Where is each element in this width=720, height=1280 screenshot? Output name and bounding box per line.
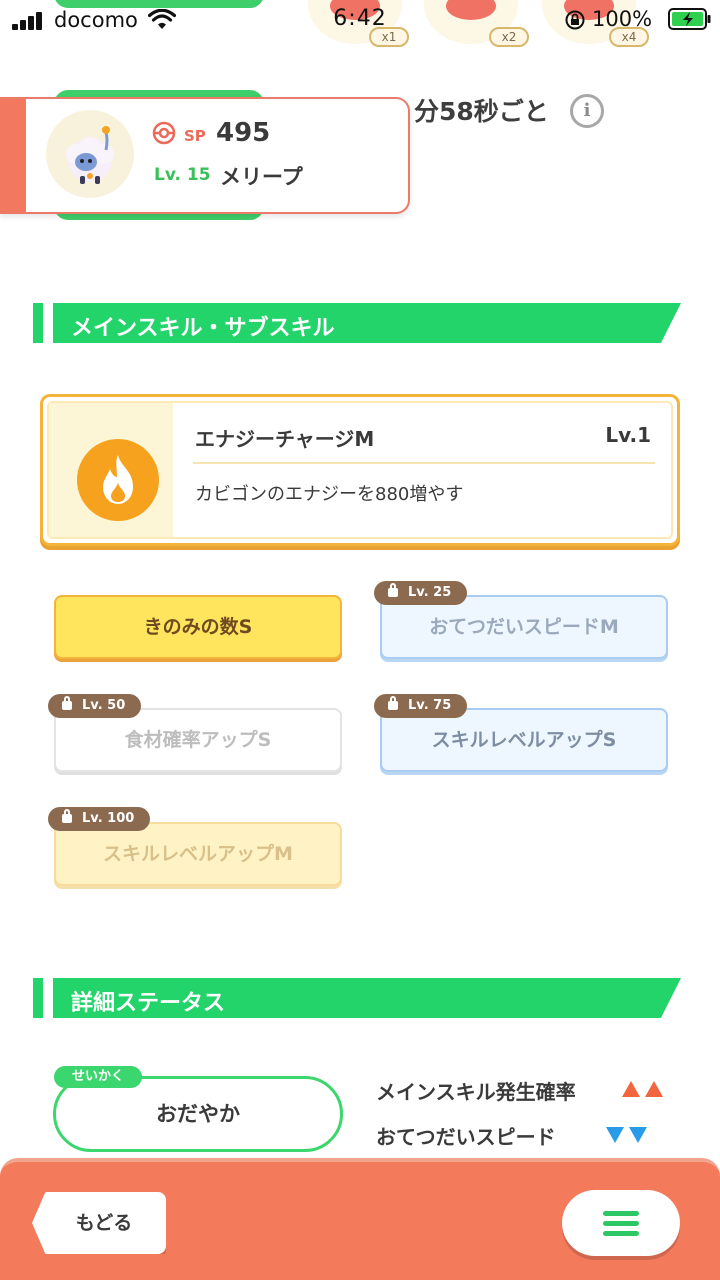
main-skill-name: エナジーチャージM <box>195 427 375 451</box>
info-button[interactable]: i <box>570 94 604 128</box>
mareep-icon <box>66 126 114 184</box>
sp-label: SP <box>184 127 206 145</box>
orientation-lock-icon <box>565 10 585 30</box>
nature-effect-down: おてつだいスピード <box>376 1125 556 1149</box>
main-skill-icon-panel <box>49 403 173 537</box>
pokemon-level: Lv. 15 <box>154 165 211 185</box>
lock-icon <box>388 696 398 710</box>
main-skill-card[interactable]: エナジーチャージM Lv.1 カビゴンのエナジーを880増やす <box>40 394 680 546</box>
battery-icon <box>668 8 711 30</box>
nature-effect-up: メインスキル発生確率 <box>376 1080 576 1104</box>
section-header-skills: メインスキル・サブスキル <box>33 303 683 343</box>
battery-percent: 100% <box>592 7 653 31</box>
sub-skill-button[interactable]: スキルレベルアップM <box>54 822 342 886</box>
pokemon-avatar <box>46 110 134 198</box>
lock-level: Lv. 25 <box>408 585 452 600</box>
sp-icon <box>152 121 176 145</box>
divider <box>193 462 655 464</box>
back-button[interactable]: もどる <box>32 1192 166 1254</box>
lock-icon <box>62 696 72 710</box>
fire-icon <box>77 439 159 521</box>
sp-value: 495 <box>216 118 271 148</box>
lock-badge: Lv. 50 <box>48 694 142 718</box>
section-header-details: 詳細ステータス <box>33 978 683 1018</box>
card-stripe <box>0 99 26 212</box>
menu-button[interactable] <box>562 1190 680 1256</box>
lock-icon <box>388 583 398 597</box>
lock-level: Lv. 75 <box>408 698 452 713</box>
sub-skill-button[interactable]: きのみの数S <box>54 595 342 659</box>
nature-tag: せいかく <box>54 1066 143 1088</box>
lock-badge: Lv. 75 <box>374 694 468 718</box>
section-title: メインスキル・サブスキル <box>71 316 335 341</box>
info-icon: i <box>583 100 591 121</box>
main-skill-description: カビゴンのエナジーを880増やす <box>195 484 464 505</box>
interval-text: 分58秒ごと <box>414 97 549 126</box>
lock-badge: Lv. 100 <box>48 807 151 831</box>
lock-icon <box>62 809 72 823</box>
section-title: 詳細ステータス <box>71 991 226 1016</box>
pokemon-name: メリープ <box>220 165 303 189</box>
up-arrows-icon <box>622 1081 663 1097</box>
main-skill-level: Lv.1 <box>605 423 651 447</box>
lock-level: Lv. 50 <box>82 698 126 713</box>
lock-badge: Lv. 25 <box>374 581 468 605</box>
pokemon-card[interactable]: SP 495 Lv. 15 メリープ <box>0 97 410 214</box>
down-arrows-icon <box>606 1127 647 1143</box>
lock-level: Lv. 100 <box>82 811 135 826</box>
